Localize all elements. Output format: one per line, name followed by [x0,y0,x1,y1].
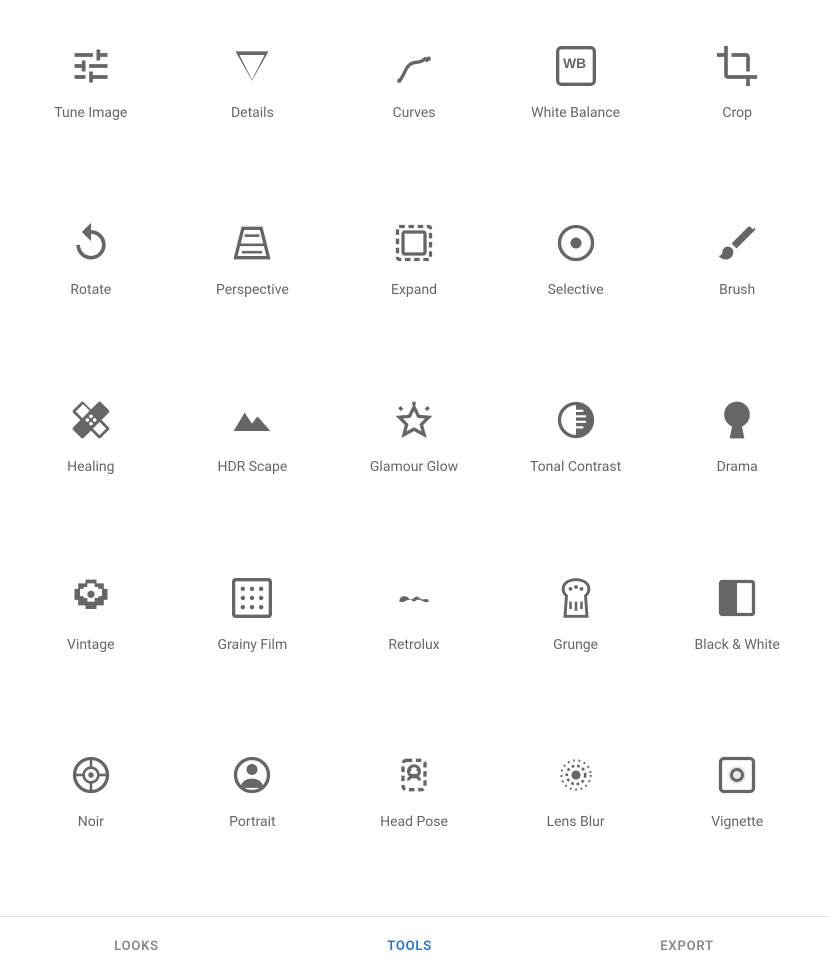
drama-icon [713,396,761,444]
retrolux-icon [390,574,438,622]
tool-hdr-scape[interactable]: HDR Scape [172,374,334,551]
tools-grid: Tune Image Details Curves WB White Balan… [0,0,828,916]
grainy-film-icon [228,574,276,622]
bottom-nav: LOOKS TOOLS EXPORT [0,916,828,976]
tool-black-white[interactable]: Black & White [656,552,818,729]
tool-expand[interactable]: Expand [333,197,495,374]
vignette-label: Vignette [711,813,763,831]
vignette-icon [713,751,761,799]
vintage-label: Vintage [67,636,115,654]
noir-icon [67,751,115,799]
tool-healing[interactable]: Healing [10,374,172,551]
tool-details[interactable]: Details [172,20,334,197]
tool-grainy-film[interactable]: Grainy Film [172,552,334,729]
details-label: Details [231,104,274,122]
brush-icon [713,219,761,267]
black-white-icon [713,574,761,622]
glamour-glow-icon [390,396,438,444]
nav-tools[interactable]: TOOLS [357,939,462,954]
tool-selective[interactable]: Selective [495,197,657,374]
portrait-icon [228,751,276,799]
grainy-film-label: Grainy Film [218,636,288,654]
tune-image-label: Tune Image [54,104,127,122]
tool-glamour-glow[interactable]: Glamour Glow [333,374,495,551]
white-balance-label: White Balance [531,104,620,122]
crop-label: Crop [722,104,752,122]
tool-crop[interactable]: Crop [656,20,818,197]
details-icon [228,42,276,90]
lens-blur-icon [552,751,600,799]
expand-label: Expand [391,281,437,299]
rotate-icon [67,219,115,267]
grunge-label: Grunge [553,636,598,654]
tune-image-icon [67,42,115,90]
white-balance-icon: WB [552,42,600,90]
tool-tonal-contrast[interactable]: Tonal Contrast [495,374,657,551]
head-pose-label: Head Pose [380,813,448,831]
head-pose-icon [390,751,438,799]
tool-curves[interactable]: Curves [333,20,495,197]
tool-tune-image[interactable]: Tune Image [10,20,172,197]
nav-looks[interactable]: LOOKS [84,939,189,954]
drama-label: Drama [717,458,758,476]
portrait-label: Portrait [229,813,275,831]
hdr-scape-label: HDR Scape [217,458,287,476]
selective-icon [552,219,600,267]
healing-label: Healing [67,458,114,476]
rotate-label: Rotate [70,281,111,299]
noir-label: Noir [78,813,104,831]
tool-perspective[interactable]: Perspective [172,197,334,374]
tonal-contrast-label: Tonal Contrast [530,458,621,476]
nav-export[interactable]: EXPORT [630,939,744,954]
tool-vintage[interactable]: Vintage [10,552,172,729]
tool-head-pose[interactable]: Head Pose [333,729,495,906]
tool-drama[interactable]: Drama [656,374,818,551]
healing-icon [67,396,115,444]
perspective-label: Perspective [216,281,289,299]
tonal-contrast-icon [552,396,600,444]
tool-portrait[interactable]: Portrait [172,729,334,906]
lens-blur-label: Lens Blur [547,813,605,831]
tool-white-balance[interactable]: WB White Balance [495,20,657,197]
curves-icon [390,42,438,90]
vintage-icon [67,574,115,622]
grunge-icon [552,574,600,622]
expand-icon [390,219,438,267]
tool-vignette[interactable]: Vignette [656,729,818,906]
tool-rotate[interactable]: Rotate [10,197,172,374]
tool-noir[interactable]: Noir [10,729,172,906]
black-white-label: Black & White [695,636,780,654]
brush-label: Brush [719,281,755,299]
curves-label: Curves [392,104,435,122]
selective-label: Selective [548,281,604,299]
hdr-scape-icon [228,396,276,444]
retrolux-label: Retrolux [388,636,439,654]
tool-grunge[interactable]: Grunge [495,552,657,729]
glamour-glow-label: Glamour Glow [370,458,458,476]
tool-lens-blur[interactable]: Lens Blur [495,729,657,906]
tool-retrolux[interactable]: Retrolux [333,552,495,729]
tool-brush[interactable]: Brush [656,197,818,374]
perspective-icon [228,219,276,267]
svg-text:WB: WB [563,56,586,71]
crop-icon [713,42,761,90]
